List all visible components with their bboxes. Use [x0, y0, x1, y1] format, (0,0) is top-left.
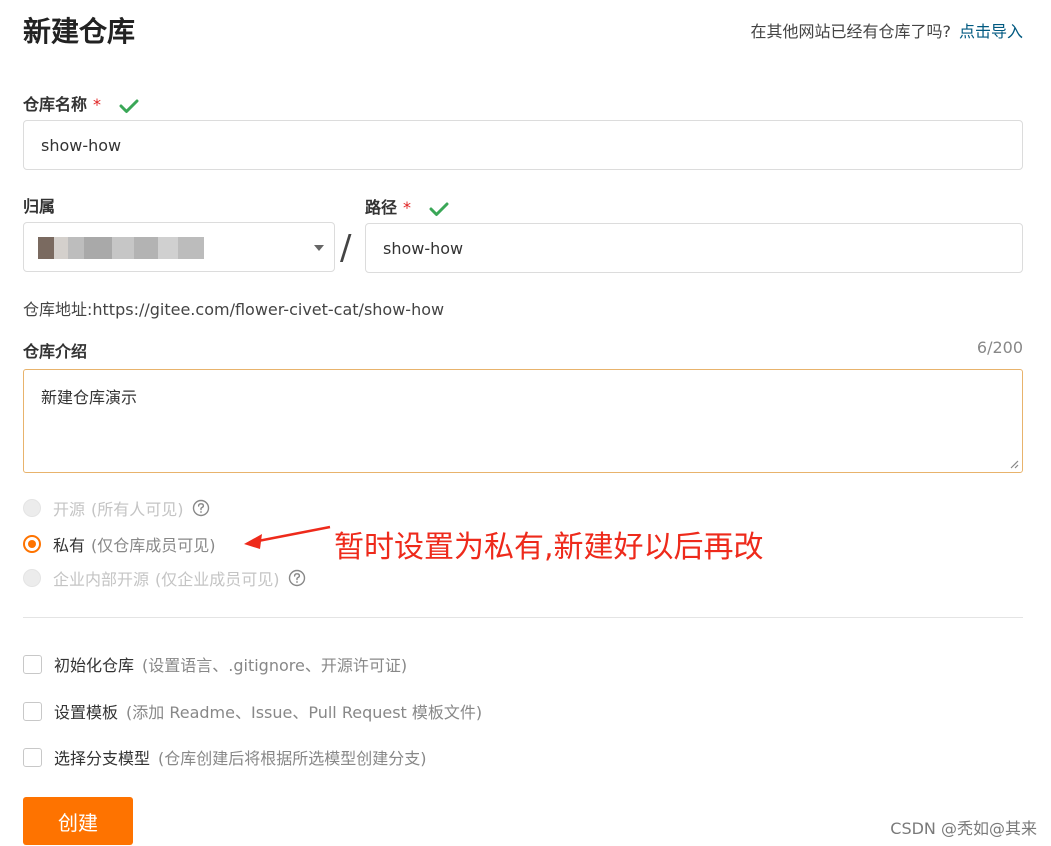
description-label: 仓库介绍 — [23, 342, 88, 361]
repo-name-label-text: 仓库名称 — [23, 95, 88, 114]
radio-open-source — [23, 499, 41, 517]
option-label: 企业内部开源 — [53, 570, 150, 589]
section-divider — [23, 617, 1023, 618]
annotation-arrow-icon — [244, 525, 331, 549]
visibility-option-open-source: 开源 (所有人可见) — [23, 496, 210, 520]
option-hint: (设置语言、.gitignore、开源许可证) — [142, 656, 408, 675]
radio-enterprise — [23, 569, 41, 587]
option-label: 私有 — [53, 536, 86, 555]
path-label-text: 路径 — [365, 198, 398, 217]
question-circle-icon[interactable] — [192, 499, 210, 517]
check-icon — [119, 99, 139, 113]
watermark: CSDN @秃如@其来 — [890, 819, 1037, 838]
checkbox-init-repo[interactable] — [23, 654, 42, 674]
path-label: 路径 * — [365, 194, 449, 218]
option-branch-model[interactable]: 选择分支模型 (仓库创建后将根据所选模型创建分支) — [23, 745, 427, 769]
checkbox-branch-model[interactable] — [23, 747, 42, 767]
import-hint: 在其他网站已经有仓库了吗? 点击导入 — [750, 18, 1023, 42]
option-hint: (仅仓库成员可见) — [91, 536, 216, 555]
option-hint: (仅企业成员可见) — [155, 570, 280, 589]
option-label: 初始化仓库 — [54, 656, 135, 675]
import-link[interactable]: 点击导入 — [959, 22, 1023, 41]
option-label: 选择分支模型 — [54, 749, 151, 768]
create-button[interactable]: 创建 — [23, 797, 133, 845]
option-label: 设置模板 — [54, 703, 119, 722]
path-input[interactable]: show-how — [365, 223, 1023, 273]
required-mark: * — [403, 198, 412, 217]
option-init-repo[interactable]: 初始化仓库 (设置语言、.gitignore、开源许可证) — [23, 652, 407, 676]
checkbox-set-template[interactable] — [23, 701, 42, 721]
description-textarea[interactable]: 新建仓库演示 — [23, 369, 1023, 473]
import-question: 在其他网站已经有仓库了吗? — [750, 22, 951, 41]
check-icon — [429, 202, 449, 216]
description-text: 新建仓库演示 — [41, 388, 138, 407]
visibility-option-enterprise: 企业内部开源 (仅企业成员可见) — [23, 566, 306, 590]
option-hint: (添加 Readme、Issue、Pull Request 模板文件) — [126, 703, 483, 722]
annotation-text: 暂时设置为私有,新建好以后再改 — [334, 530, 764, 565]
radio-private[interactable] — [23, 535, 41, 553]
caret-down-icon — [314, 245, 324, 251]
visibility-option-private[interactable]: 私有 (仅仓库成员可见) — [23, 532, 216, 556]
repo-address: 仓库地址:https://gitee.com/flower-civet-cat/… — [23, 300, 445, 319]
option-label: 开源 — [53, 500, 86, 519]
question-circle-icon[interactable] — [288, 569, 306, 587]
repo-name-label: 仓库名称 * — [23, 91, 139, 115]
option-hint: (所有人可见) — [91, 500, 184, 519]
page-title: 新建仓库 — [23, 15, 136, 48]
option-hint: (仓库创建后将根据所选模型创建分支) — [158, 749, 427, 768]
owner-label: 归属 — [23, 197, 56, 216]
option-set-template[interactable]: 设置模板 (添加 Readme、Issue、Pull Request 模板文件) — [23, 699, 482, 723]
required-mark: * — [93, 95, 102, 114]
owner-select[interactable] — [23, 222, 335, 272]
path-separator: / — [340, 228, 352, 268]
repo-name-input[interactable]: show-how — [23, 120, 1023, 170]
resize-handle-icon[interactable] — [1009, 459, 1019, 469]
description-counter: 6/200 — [976, 338, 1023, 357]
